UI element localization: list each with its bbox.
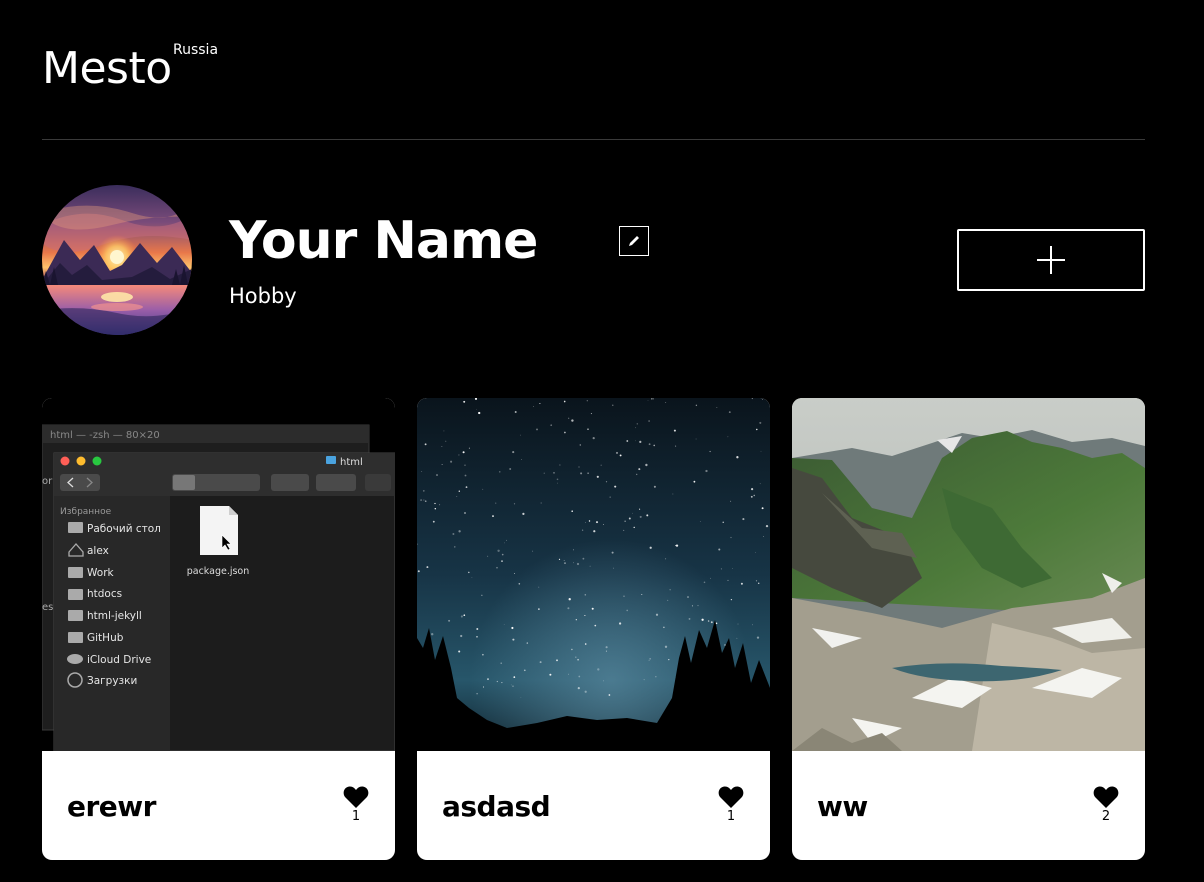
sidebar-heading: Избранное — [60, 507, 112, 517]
sidebar-item: GitHub — [87, 632, 124, 644]
file-name: package.json — [187, 566, 250, 577]
sidebar-item: Рабочий стол — [87, 523, 161, 535]
like-group: 1 — [717, 786, 745, 824]
edit-profile-button[interactable] — [619, 226, 649, 256]
like-group: 2 — [1092, 786, 1120, 824]
profile-name: Your Name — [229, 211, 538, 271]
terminal-title: html — -zsh — 80×20 — [50, 430, 160, 441]
card: html — -zsh — 80×20 or es html Избранное… — [42, 398, 395, 860]
terminal-fragment: es — [42, 602, 53, 613]
add-card-button[interactable] — [957, 229, 1145, 291]
sidebar-item: Work — [87, 567, 115, 579]
heart-icon[interactable] — [343, 786, 369, 808]
heart-icon[interactable] — [1093, 786, 1119, 808]
card: asdasd 1 — [417, 398, 770, 860]
finder-title: html — [340, 457, 363, 468]
card-title: asdasd — [442, 790, 551, 823]
pencil-icon — [629, 236, 639, 246]
card-image[interactable]: html — -zsh — 80×20 or es html Избранное… — [42, 398, 395, 751]
like-count: 1 — [351, 809, 361, 824]
avatar-image — [42, 185, 192, 335]
avatar[interactable] — [42, 185, 192, 335]
profile-hobby: Hobby — [229, 284, 297, 308]
heart-icon[interactable] — [718, 786, 744, 808]
sidebar-item: Загрузки — [87, 675, 137, 687]
sidebar-item: alex — [87, 545, 109, 557]
like-group: 1 — [342, 786, 370, 824]
sidebar-item: html-jekyll — [87, 610, 142, 622]
card-title: ww — [817, 790, 868, 823]
header: Mesto Russia — [42, 0, 1145, 140]
sidebar-item: iCloud Drive — [87, 654, 151, 666]
logo-superscript: Russia — [173, 42, 219, 58]
card-image[interactable] — [417, 398, 770, 751]
sidebar-item: htdocs — [87, 588, 122, 600]
like-count: 2 — [1101, 809, 1111, 824]
card-image[interactable] — [792, 398, 1145, 751]
card: ww 2 — [792, 398, 1145, 860]
logo: Mesto — [42, 43, 172, 94]
card-title: erewr — [67, 790, 156, 823]
terminal-fragment: or — [42, 476, 53, 487]
plus-icon — [1037, 246, 1065, 274]
like-count: 1 — [726, 809, 736, 824]
